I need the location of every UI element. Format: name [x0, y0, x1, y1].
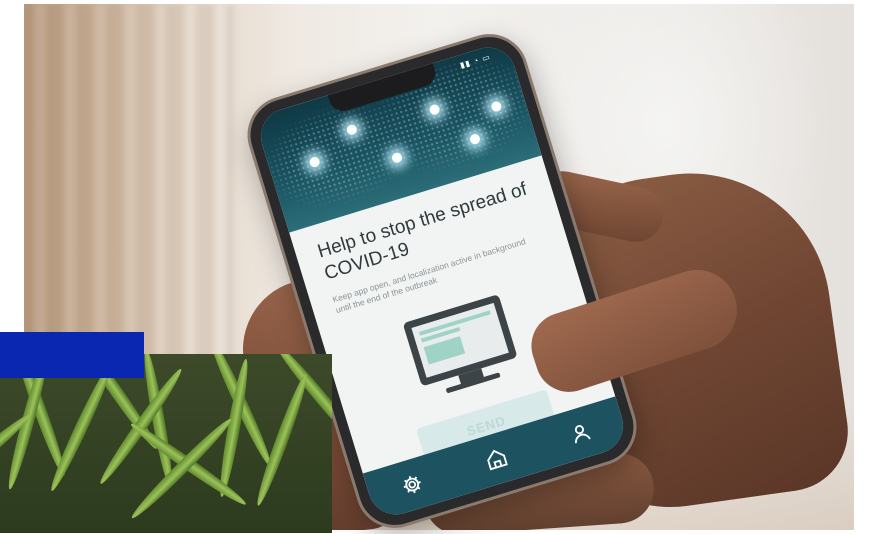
user-icon[interactable]: [559, 412, 601, 454]
home-icon[interactable]: [475, 438, 517, 480]
blue-accent-bar: [0, 332, 144, 378]
settings-gear-icon[interactable]: [391, 463, 433, 505]
monitor-illustration: [402, 294, 518, 387]
plant-photo: [0, 354, 332, 533]
